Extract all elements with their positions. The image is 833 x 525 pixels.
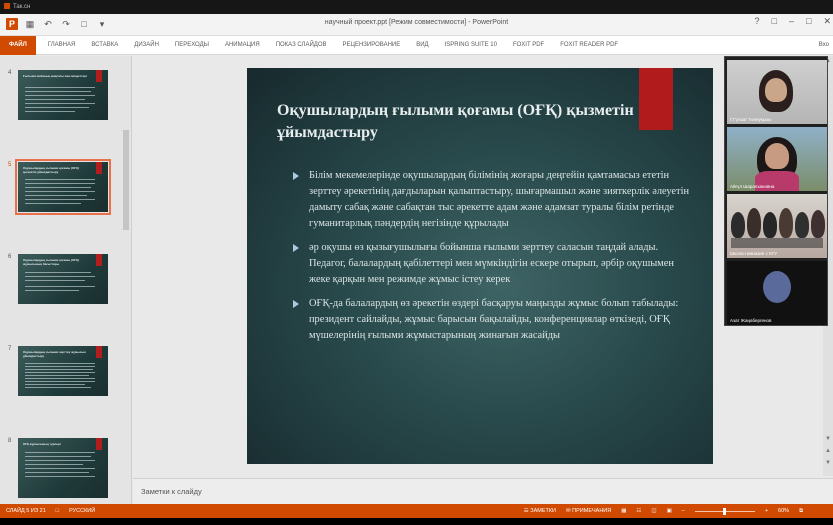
bullet-text: әр оқушы өз қызығушылығы бойынша ғылыми … <box>309 242 674 285</box>
participant-tile[interactable]: Школа-гимназия с КГУ <box>727 194 827 258</box>
top-strip: Так.сн <box>0 0 833 14</box>
normal-view-icon[interactable]: ▦ <box>621 504 626 518</box>
notes-placeholder[interactable]: Заметки к слайду <box>141 487 202 496</box>
spelling-icon[interactable]: □ <box>56 504 59 518</box>
bullet-arrow-icon <box>293 300 299 308</box>
slide-counter: СЛАЙД 5 ИЗ 21 <box>6 508 46 514</box>
zoom-slider[interactable] <box>694 507 755 515</box>
thumbnail-title: Оқушылардың ғылыми зерттеу жұмысын ұйымд… <box>23 350 86 358</box>
thumbnail-image: Ғылыми жобаның мақсаты мен міндеттері <box>18 70 108 120</box>
tab-foxit-pdf[interactable]: FOXIT PDF <box>505 36 552 55</box>
comments-button[interactable]: ✉ ПРИМЕЧАНИЯ <box>566 504 611 518</box>
tab-view[interactable]: ВИД <box>408 36 436 55</box>
title-bar: P ▦ ↶ ↷ □ ▾ научный проект.ppt [Режим со… <box>0 14 833 36</box>
slide-bullet: әр оқушы өз қызығушылығы бойынша ғылыми … <box>293 240 697 288</box>
document-title: научный проект.ppt [Режим совместимости]… <box>324 19 509 26</box>
thumbnail-image: Оқушылардың ғылыми қоғамы (ОҒҚ) қызметін… <box>15 159 111 215</box>
powerpoint-window: Так.сн P ▦ ↶ ↷ □ ▾ научный проект.ppt [Р… <box>0 0 833 525</box>
help-icon[interactable]: ? <box>755 16 760 27</box>
status-bar: СЛАЙД 5 ИЗ 21 □ РУССКИЙ ☰ ЗАМЕТКИ ✉ ПРИМ… <box>0 504 833 518</box>
ribbon-tabs: ФАЙЛ ГЛАВНАЯ ВСТАВКА ДИЗАЙН ПЕРЕХОДЫ АНИ… <box>0 36 833 55</box>
top-strip-label: Так.сн <box>13 4 31 10</box>
reading-view-icon[interactable]: ◫ <box>651 504 656 518</box>
thumbnail-title: Ғылыми жобаның мақсаты мен міндеттері <box>23 74 87 78</box>
participant-name: Айгүл Шарапхановна <box>730 184 775 189</box>
tab-file[interactable]: ФАЙЛ <box>0 36 36 55</box>
zoom-out-icon[interactable]: – <box>682 504 685 518</box>
zoom-in-icon[interactable]: + <box>765 504 768 518</box>
scroll-down-icon[interactable]: ▼ <box>824 436 832 442</box>
tab-review[interactable]: РЕЦЕНЗИРОВАНИЕ <box>335 36 409 55</box>
zoom-level[interactable]: 60% <box>778 504 789 518</box>
thumbnail-title: Оқушылардың ғылыми қоғамы (ОҒҚ) жұмысыны… <box>23 258 79 266</box>
thumbnail-image: ОҒҚ жұмысының түрлері <box>18 438 108 498</box>
current-slide[interactable]: Оқушылардың ғылыми қоғамы (ОҒҚ) қызметін… <box>247 68 713 464</box>
slide-sorter-icon[interactable]: ☷ <box>636 504 641 518</box>
ribbon-display-icon[interactable]: □ <box>772 16 777 27</box>
tab-slideshow[interactable]: ПОКАЗ СЛАЙДОВ <box>268 36 335 55</box>
scrollbar-thumb[interactable] <box>123 130 129 230</box>
sign-in-link[interactable]: Вхо <box>819 36 829 55</box>
participant-name: Школа-гимназия с КГУ <box>730 251 778 256</box>
minimize-icon[interactable]: – <box>789 16 794 27</box>
close-icon[interactable]: ✕ <box>823 16 831 27</box>
thumbnail-image: Оқушылардың ғылыми қоғамы (ОҒҚ) жұмысыны… <box>18 254 108 304</box>
tab-animation[interactable]: АНИМАЦИЯ <box>217 36 268 55</box>
thumbnail-number: 4 <box>8 70 12 76</box>
bullet-arrow-icon <box>293 172 299 180</box>
bottom-strip <box>0 518 833 525</box>
language-indicator[interactable]: РУССКИЙ <box>69 504 95 518</box>
slide-bullet: ОҒҚ-да балалардың өз әрекетін өздері бас… <box>293 296 697 344</box>
thumbnail-title: ОҒҚ жұмысының түрлері <box>23 442 61 446</box>
tab-insert[interactable]: ВСТАВКА <box>83 36 126 55</box>
zoom-slider-thumb[interactable] <box>722 507 726 515</box>
slide-title[interactable]: Оқушылардың ғылыми қоғамы (ОҒҚ) қызметін… <box>277 100 637 144</box>
participant-tile[interactable]: Г.Гүлзат Төлеуқызы <box>727 60 827 124</box>
tab-ispring[interactable]: ISPRING SUITE 10 <box>437 36 505 55</box>
maximize-icon[interactable]: □ <box>806 16 811 27</box>
slideshow-view-icon[interactable]: ▣ <box>667 504 672 518</box>
previous-slide-icon[interactable]: ▲ <box>824 448 832 454</box>
participant-name: Азат Жаңабергенов <box>730 318 772 323</box>
thumbnail-number: 8 <box>8 438 12 444</box>
next-slide-icon[interactable]: ▼ <box>824 460 832 466</box>
tab-design[interactable]: ДИЗАЙН <box>126 36 167 55</box>
thumbnail-number: 7 <box>8 346 12 352</box>
participant-tile[interactable]: Азат Жаңабергенов <box>727 261 827 325</box>
slide-bullet: Білім мекемелерінде оқушылардың біліміні… <box>293 168 697 232</box>
tab-home[interactable]: ГЛАВНАЯ <box>40 36 84 55</box>
thumbnail-number: 6 <box>8 254 12 260</box>
decorative-red-bar <box>639 68 673 130</box>
participant-name: Г.Гүлзат Төлеуқызы <box>730 117 772 122</box>
tab-foxit-reader[interactable]: FOXIT READER PDF <box>552 36 626 55</box>
name-overlay-strip <box>731 238 823 248</box>
participant-tile[interactable]: Айгүл Шарапхановна <box>727 127 827 191</box>
app-icon <box>4 3 10 9</box>
video-call-panel: Г.Гүлзат Төлеуқызы Айгүл Шарапхановна Шк… <box>724 56 828 326</box>
tab-transitions[interactable]: ПЕРЕХОДЫ <box>167 36 217 55</box>
thumbnail-title: Оқушылардың ғылыми қоғамы (ОҒҚ) қызметін… <box>23 166 79 174</box>
bullet-arrow-icon <box>293 244 299 252</box>
window-controls: ? □ – □ ✕ <box>755 16 831 27</box>
fit-to-window-icon[interactable]: ⧉ <box>799 504 803 518</box>
notes-button-label: ЗАМЕТКИ <box>530 508 557 514</box>
bullet-text: ОҒҚ-да балалардың өз әрекетін өздері бас… <box>309 298 679 341</box>
slide-thumbnails-pane: 4 Ғылыми жобаның мақсаты мен міндеттері … <box>0 56 132 504</box>
comments-button-label: ПРИМЕЧАНИЯ <box>572 508 612 514</box>
bullet-text: Білім мекемелерінде оқушылардың біліміні… <box>309 170 690 229</box>
slide-bullet-list[interactable]: Білім мекемелерінде оқушылардың біліміні… <box>293 168 697 352</box>
thumbnail-number: 5 <box>8 162 12 168</box>
notes-button[interactable]: ☰ ЗАМЕТКИ <box>524 504 556 518</box>
thumbnails-scrollbar[interactable] <box>123 60 129 500</box>
thumbnail-image: Оқушылардың ғылыми зерттеу жұмысын ұйымд… <box>18 346 108 396</box>
notes-pane[interactable]: Заметки к слайду <box>133 478 833 504</box>
